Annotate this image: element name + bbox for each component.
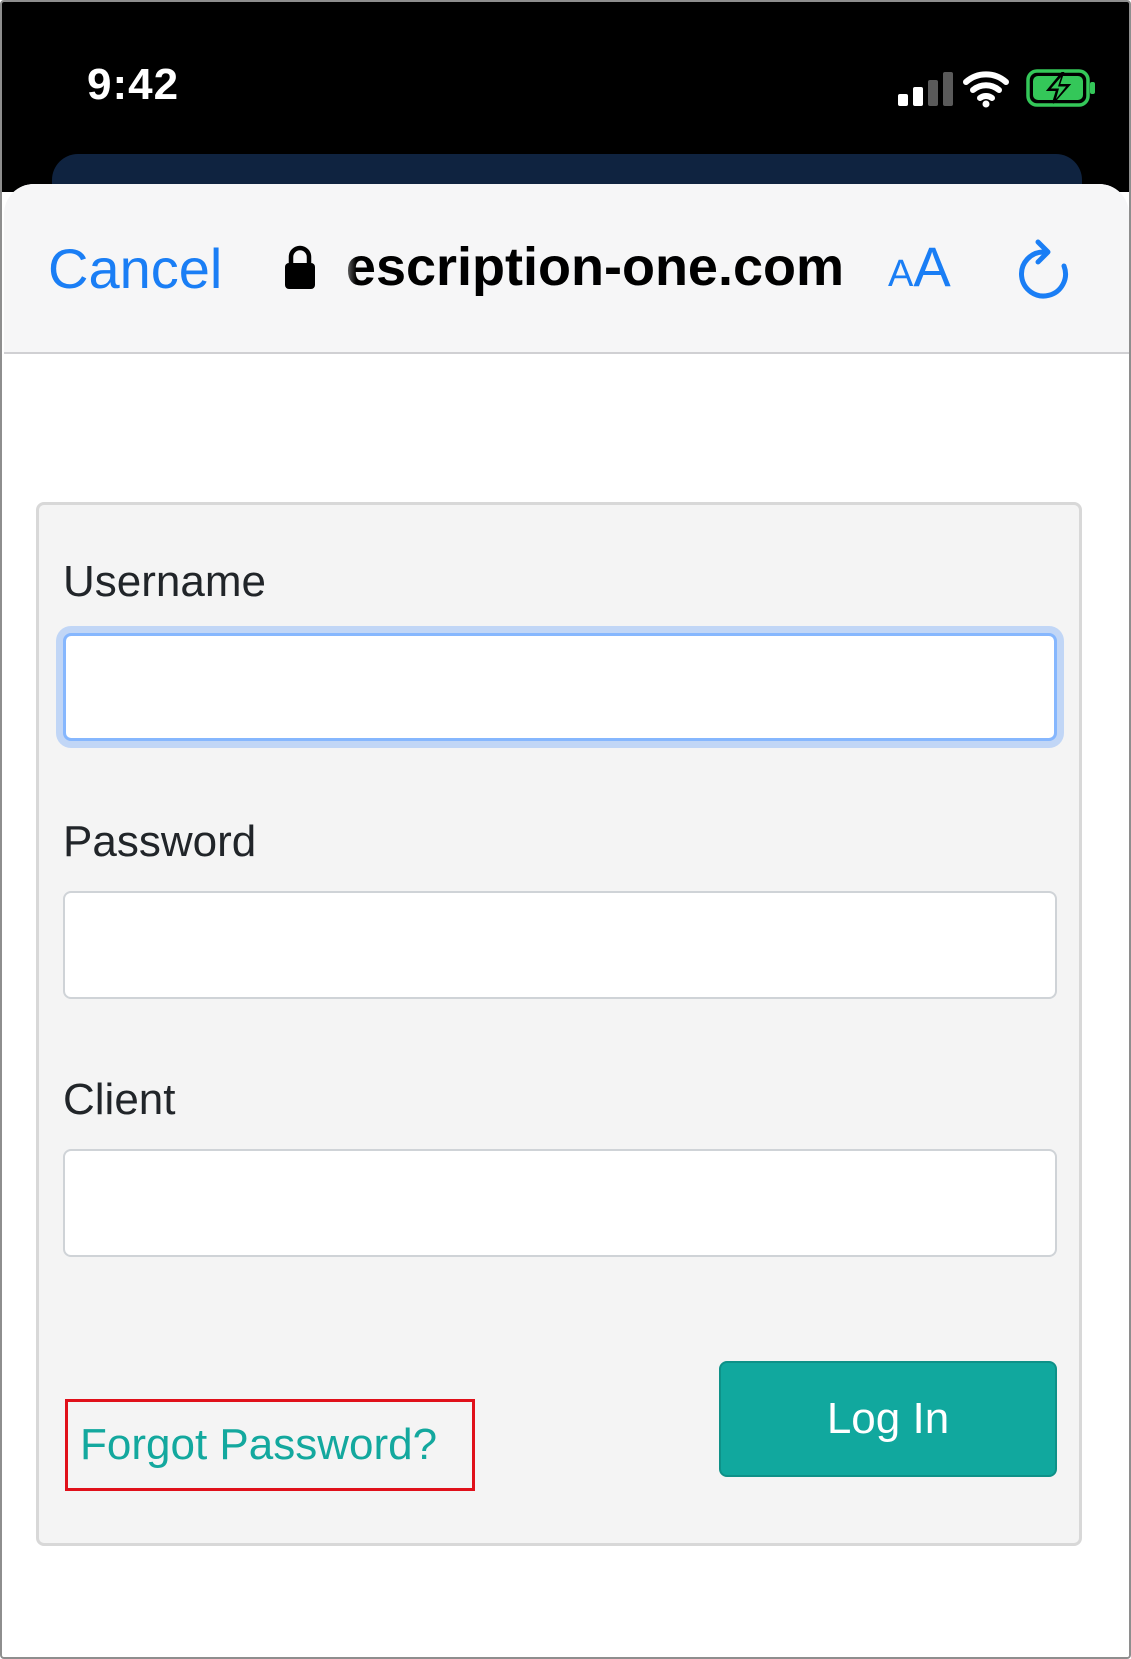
battery-charging-icon xyxy=(1026,69,1095,107)
url-field[interactable]: escription-one.com xyxy=(334,236,854,306)
log-in-button[interactable]: Log In xyxy=(719,1361,1057,1477)
reload-icon[interactable] xyxy=(1016,238,1072,302)
cellular-signal-icon xyxy=(898,72,953,106)
cancel-button[interactable]: Cancel xyxy=(48,236,222,301)
browser-toolbar: Cancel escription-one.com AA xyxy=(4,184,1129,354)
device-frame: 9:42 Cancel escription-one.com AA Userna… xyxy=(0,0,1131,1659)
text-size-small-label: A xyxy=(888,253,914,295)
username-label: Username xyxy=(63,557,266,606)
username-input[interactable] xyxy=(63,633,1057,741)
text-size-big-label: A xyxy=(913,235,951,298)
client-input[interactable] xyxy=(63,1149,1057,1257)
login-form: Username Password Client Forgot Password… xyxy=(36,502,1082,1546)
browser-sheet: Cancel escription-one.com AA Username Pa… xyxy=(4,184,1129,1657)
url-text: escription-one.com xyxy=(345,237,844,297)
client-label: Client xyxy=(63,1075,176,1124)
status-time: 9:42 xyxy=(87,60,180,109)
forgot-password-link[interactable]: Forgot Password? xyxy=(65,1399,475,1491)
text-size-button[interactable]: AA xyxy=(888,234,951,299)
password-input[interactable] xyxy=(63,891,1057,999)
lock-icon xyxy=(285,245,315,289)
password-label: Password xyxy=(63,817,257,866)
status-bar: 9:42 xyxy=(2,2,1129,234)
wifi-icon xyxy=(963,71,1009,108)
url-fade xyxy=(334,236,356,306)
